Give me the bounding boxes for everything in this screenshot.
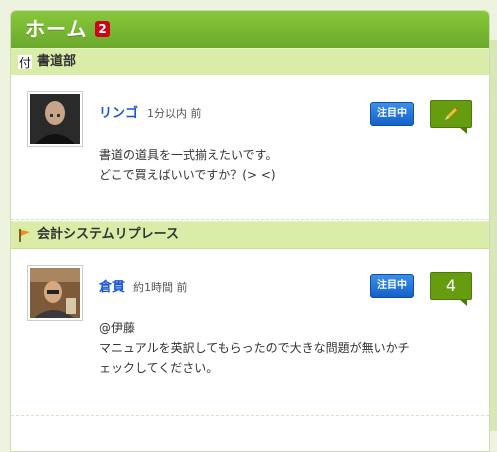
avatar[interactable] xyxy=(27,91,83,147)
comment-bubble[interactable] xyxy=(430,100,472,134)
user-name[interactable]: 倉貫 xyxy=(99,276,125,295)
post-time: 1分以内 前 xyxy=(147,107,202,120)
divider xyxy=(11,219,489,220)
section-header-accounting[interactable]: 会計システムリプレース xyxy=(11,221,489,249)
section-title: 会計システムリプレース xyxy=(37,227,179,242)
attention-button[interactable]: 注目中 xyxy=(370,274,414,298)
post-item: リンゴ 1分以内 前 注目中 書道の道具を一式揃えたいです。 どこで買えばいいで… xyxy=(11,75,489,219)
panel-header: ホーム 2 xyxy=(11,11,489,49)
section-title: 書道部 xyxy=(37,54,77,69)
section-header-calligraphy[interactable]: 付 書道部 xyxy=(11,48,489,76)
post-body-line: どこで買えばいいですか？(> <) xyxy=(99,168,276,182)
post-body-line: 書道の道具を一式揃えたいです。 xyxy=(99,148,278,162)
calligraphy-icon: 付 xyxy=(17,54,33,70)
notification-badge[interactable]: 2 xyxy=(95,21,110,37)
post-body: @伊藤 マニュアルを英訳してもらったので大きな問題が無いかチ ェックしてください… xyxy=(99,318,479,378)
divider xyxy=(11,415,489,416)
post-body-line: マニュアルを英訳してもらったので大きな問題が無いかチ xyxy=(99,341,410,355)
comment-count: 4 xyxy=(445,276,457,295)
post-item: 倉貫 約1時間 前 注目中 4 @伊藤 マニュアルを英訳してもらったので大きな問… xyxy=(11,249,489,424)
post-body: 書道の道具を一式揃えたいです。 どこで買えばいいですか？(> <) xyxy=(99,145,479,185)
attention-button[interactable]: 注目中 xyxy=(370,102,414,126)
post-body-line: ェックしてください。 xyxy=(99,361,219,375)
post-time: 約1時間 前 xyxy=(133,281,188,294)
svg-text:付: 付 xyxy=(19,56,31,70)
home-panel: ホーム 2 付 書道部 リンゴ 1分以内 前 注目中 書道の道具を一式揃えたいで… xyxy=(10,10,490,452)
page-title: ホーム xyxy=(25,17,88,41)
pencil-icon xyxy=(441,107,461,128)
flag-icon xyxy=(17,227,33,243)
post-body-line: @伊藤 xyxy=(99,321,136,335)
comment-bubble[interactable]: 4 xyxy=(430,272,472,306)
avatar[interactable] xyxy=(27,265,83,321)
user-name[interactable]: リンゴ xyxy=(99,102,138,121)
